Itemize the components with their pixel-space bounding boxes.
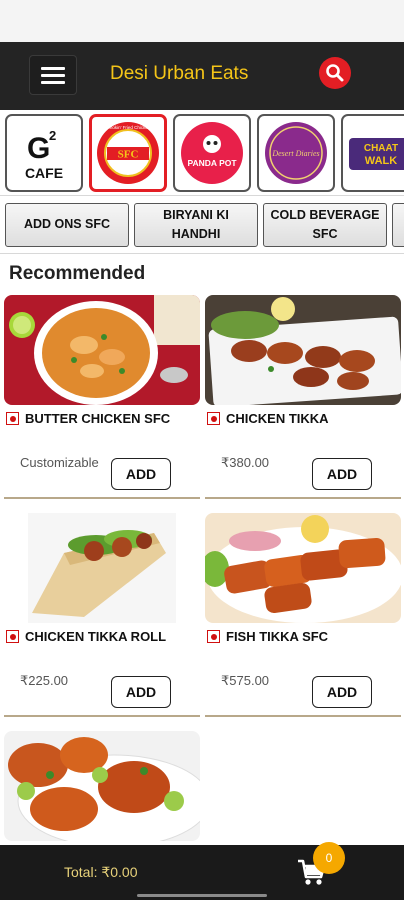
- desert-diaries-text: Desert Diaries: [271, 149, 319, 158]
- non-veg-icon: [6, 630, 19, 643]
- section-title-recommended: Recommended: [9, 263, 146, 284]
- brand-carousel: G 2 CAFE SFC Smokin' Fried Chicken PANDA…: [0, 110, 404, 196]
- category-add-ons-sfc[interactable]: ADD ONS SFC: [5, 202, 129, 247]
- g2-logo-sup: 2: [49, 128, 56, 143]
- sfc-logo-text: SFC: [118, 148, 139, 160]
- non-veg-icon: [207, 412, 220, 425]
- sfc-ring-text: Smokin' Fried Chicken: [106, 125, 151, 130]
- search-icon[interactable]: [319, 57, 351, 89]
- brand-panda-pot[interactable]: PANDA POT: [173, 113, 251, 192]
- menu-item-price: ₹225.00: [20, 673, 69, 688]
- menu-item-tandoori-chicken: [4, 731, 200, 841]
- chicken-tikka-image[interactable]: [205, 295, 401, 405]
- menu-item-name: CHICKEN TIKKA ROLL: [25, 629, 167, 644]
- menu-item-name: FISH TIKKA SFC: [226, 629, 329, 644]
- menu-item-chicken-tikka-roll: CHICKEN TIKKA ROLL ₹225.00 ADD: [4, 513, 200, 717]
- card-divider: [205, 715, 401, 717]
- menu-item-name: CHICKEN TIKKA: [226, 411, 329, 426]
- chaat-walk-line1: CHAAT: [364, 143, 398, 154]
- add-button[interactable]: ADD: [111, 458, 171, 490]
- brand-sfc[interactable]: SFC Smokin' Fried Chicken: [89, 113, 167, 192]
- non-veg-icon: [6, 412, 19, 425]
- fish-tikka-image[interactable]: [205, 513, 401, 623]
- menu-item-title: CHICKEN TIKKA ROLL: [6, 629, 166, 644]
- menu-item-price: Customizable: [20, 455, 99, 470]
- brand-chaat-walk[interactable]: CHAAT WALK: [341, 113, 404, 192]
- panda-pot-logo: PANDA POT: [181, 121, 243, 184]
- cart-count-badge: 0: [313, 842, 345, 874]
- tandoori-chicken-image[interactable]: [4, 731, 200, 841]
- non-veg-icon: [207, 630, 220, 643]
- butter-chicken-image[interactable]: [4, 295, 200, 405]
- category-next[interactable]: [392, 202, 404, 247]
- category-biryani-ki-handhi[interactable]: BIRYANI KI HANDHI: [134, 202, 258, 247]
- add-button[interactable]: ADD: [312, 676, 372, 708]
- menu-item-price: ₹380.00: [221, 455, 270, 470]
- menu-item-price: ₹575.00: [221, 673, 270, 688]
- brand-desert-diaries[interactable]: Desert Diaries: [257, 113, 335, 192]
- menu-item-title: CHICKEN TIKKA: [207, 411, 329, 426]
- card-divider: [4, 715, 200, 717]
- add-button[interactable]: ADD: [111, 676, 171, 708]
- menu-item-butter-chicken: BUTTER CHICKEN SFC Customizable ADD: [4, 295, 200, 499]
- menu-item-title: FISH TIKKA SFC: [207, 629, 328, 644]
- menu-item-chicken-tikka: CHICKEN TIKKA ₹380.00 ADD: [205, 295, 401, 499]
- home-indicator: [137, 894, 267, 897]
- panda-pot-text: PANDA POT: [187, 158, 237, 168]
- app-title: Desi Urban Eats: [110, 63, 249, 84]
- sfc-logo: SFC Smokin' Fried Chicken: [97, 121, 159, 184]
- app-header: Desi Urban Eats: [0, 42, 404, 110]
- g2-cafe-logo: G 2 CAFE: [25, 128, 63, 181]
- menu-item-title: BUTTER CHICKEN SFC: [6, 411, 170, 426]
- add-button[interactable]: ADD: [312, 458, 372, 490]
- card-divider: [205, 497, 401, 499]
- g2-logo-g: G: [27, 132, 50, 165]
- chaat-walk-line2: WALK: [365, 155, 397, 167]
- cart-total: Total: ₹0.00: [64, 864, 138, 880]
- menu-item-fish-tikka: FISH TIKKA SFC ₹575.00 ADD: [205, 513, 401, 717]
- chicken-tikka-roll-image[interactable]: [4, 513, 200, 623]
- brand-g2-cafe[interactable]: G 2 CAFE: [5, 113, 83, 192]
- category-tabs: ADD ONS SFC BIRYANI KI HANDHI COLD BEVER…: [0, 196, 404, 254]
- g2-logo-cafe: CAFE: [25, 165, 63, 181]
- category-cold-beverage-sfc[interactable]: COLD BEVERAGE SFC: [263, 202, 387, 247]
- desert-diaries-logo: Desert Diaries: [265, 121, 327, 184]
- chaat-walk-logo: CHAAT WALK: [349, 137, 404, 170]
- status-bar: [0, 0, 404, 42]
- hamburger-menu-icon[interactable]: [29, 55, 77, 95]
- card-divider: [4, 497, 200, 499]
- menu-item-name: BUTTER CHICKEN SFC: [25, 411, 171, 426]
